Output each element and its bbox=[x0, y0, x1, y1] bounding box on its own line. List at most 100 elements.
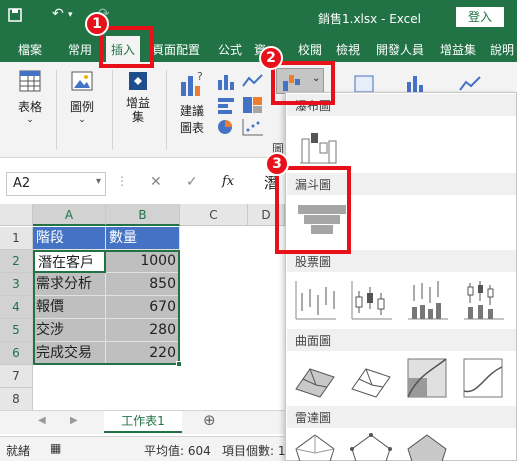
pie-chart-icon[interactable] bbox=[216, 118, 238, 136]
recommended-charts-label-1: 建議 bbox=[179, 104, 204, 118]
tab-page-layout[interactable]: 頁面配置 bbox=[152, 41, 200, 58]
cell-a1[interactable]: 階段 bbox=[33, 227, 106, 250]
name-box[interactable]: A2 ▾ bbox=[6, 172, 106, 196]
row-header[interactable]: 5 bbox=[0, 319, 33, 342]
sign-in-button[interactable]: 登入 bbox=[456, 7, 504, 27]
row-header[interactable]: 6 bbox=[0, 342, 33, 365]
addins-icon bbox=[129, 72, 147, 90]
ribbon-separator bbox=[166, 70, 167, 150]
callout-insert-tab bbox=[99, 26, 154, 68]
callout-waterfall-button bbox=[271, 61, 335, 105]
cell-b3[interactable]: 850 bbox=[106, 273, 180, 296]
cell-b1[interactable]: 數量 bbox=[106, 227, 180, 250]
table-icon bbox=[19, 70, 41, 92]
undo-icon[interactable]: ↶ bbox=[52, 6, 64, 22]
title-bar: ↶ ▾ ↷ 銷售1.xlsx - Excel 登入 bbox=[0, 0, 517, 34]
tab-home[interactable]: 常用 bbox=[68, 41, 92, 58]
radar-chart-option-3[interactable] bbox=[404, 431, 450, 461]
enter-icon[interactable]: ✓ bbox=[186, 174, 198, 190]
waterfall-chart-option[interactable] bbox=[294, 123, 340, 169]
cell-a4[interactable]: 報價 bbox=[33, 296, 106, 319]
row-header[interactable]: 8 bbox=[0, 388, 33, 411]
scroll-left-icon[interactable]: ◀ bbox=[38, 415, 46, 426]
tab-review[interactable]: 校閱 bbox=[298, 41, 322, 58]
cell-a5[interactable]: 交涉 bbox=[33, 319, 106, 342]
row-header[interactable]: 3 bbox=[0, 273, 33, 296]
callout-funnel-option bbox=[275, 166, 351, 254]
cell-b6[interactable]: 220 bbox=[106, 342, 180, 365]
row-header[interactable]: 4 bbox=[0, 296, 33, 319]
surface-chart-option-1[interactable] bbox=[292, 355, 338, 401]
hierarchy-chart-icon[interactable] bbox=[242, 96, 264, 114]
more-options-icon: ⋮ bbox=[116, 174, 128, 188]
cell-a3[interactable]: 需求分析 bbox=[33, 273, 106, 296]
column-header-c[interactable]: C bbox=[180, 204, 248, 226]
chevron-down-icon: ⌄ bbox=[26, 115, 34, 125]
sheet-tabs-bar: ◀ ▶ 工作表1 ⊕ bbox=[0, 410, 285, 434]
step-badge-2: 2 bbox=[259, 46, 283, 70]
cell-b2[interactable]: 1000 bbox=[106, 250, 180, 273]
radar-chart-option-1[interactable] bbox=[292, 431, 338, 461]
column-header-b[interactable]: B bbox=[106, 204, 180, 226]
radar-chart-option-2[interactable] bbox=[348, 431, 394, 461]
select-all-corner[interactable] bbox=[0, 204, 33, 226]
stock-chart-option-1[interactable] bbox=[292, 277, 338, 323]
scatter-chart-icon[interactable] bbox=[242, 118, 264, 136]
sheet-tab-active[interactable]: 工作表1 bbox=[104, 411, 182, 433]
recommended-charts-icon: ? bbox=[181, 70, 203, 96]
tab-view[interactable]: 檢視 bbox=[336, 41, 360, 58]
surface-chart-option-2[interactable] bbox=[348, 355, 394, 401]
step-badge-1: 1 bbox=[85, 12, 109, 36]
illustrations-button[interactable]: 圖例 ⌄ bbox=[62, 68, 102, 125]
tab-formulas[interactable]: 公式 bbox=[218, 41, 242, 58]
ribbon-separator bbox=[112, 70, 113, 150]
surface-section-header: 曲面圖 bbox=[287, 329, 516, 351]
addins-label: 增益集 bbox=[125, 96, 150, 124]
undo-dropdown-icon[interactable]: ▾ bbox=[68, 10, 73, 20]
status-average: 平均值: 604 bbox=[144, 444, 211, 458]
ribbon-separator bbox=[56, 70, 57, 150]
tab-help[interactable]: 說明 bbox=[490, 41, 514, 58]
name-box-value: A2 bbox=[13, 176, 31, 191]
status-ready: 就緒 bbox=[6, 444, 31, 458]
bar-chart-icon[interactable] bbox=[216, 96, 238, 114]
surface-chart-option-3[interactable] bbox=[404, 355, 450, 401]
chart-type-dropdown: 瀑布圖 漏斗圖 股票圖 曲面圖 雷達圖 bbox=[285, 92, 517, 461]
tab-addins[interactable]: 增益集 bbox=[440, 41, 476, 58]
cell-b5[interactable]: 280 bbox=[106, 319, 180, 342]
add-sheet-button[interactable]: ⊕ bbox=[203, 411, 216, 429]
surface-chart-option-4[interactable] bbox=[460, 355, 506, 401]
tab-developer[interactable]: 開發人員 bbox=[376, 41, 424, 58]
step-badge-3: 3 bbox=[265, 152, 289, 176]
save-icon[interactable] bbox=[8, 8, 22, 26]
row-header[interactable]: 7 bbox=[0, 365, 33, 388]
cancel-icon[interactable]: ✕ bbox=[150, 174, 162, 190]
stock-chart-option-2[interactable] bbox=[348, 277, 394, 323]
cell-b4[interactable]: 670 bbox=[106, 296, 180, 319]
cell-a6[interactable]: 完成交易 bbox=[33, 342, 106, 365]
column-header-a[interactable]: A bbox=[33, 204, 106, 226]
insert-function-icon[interactable]: fx bbox=[222, 174, 234, 189]
accessibility-icon[interactable]: ▦ bbox=[50, 441, 61, 455]
column-chart-icon[interactable] bbox=[216, 72, 238, 90]
stock-chart-option-4[interactable] bbox=[460, 277, 506, 323]
chevron-down-icon: ⌄ bbox=[78, 115, 86, 125]
scroll-right-icon[interactable]: ▶ bbox=[70, 415, 78, 426]
table-button[interactable]: 表格 ⌄ bbox=[10, 68, 50, 125]
window-title: 銷售1.xlsx - Excel bbox=[318, 12, 421, 26]
radar-section-header: 雷達圖 bbox=[287, 406, 516, 428]
recommended-charts-button[interactable]: ? 建議 圖表 bbox=[172, 68, 212, 136]
addins-button[interactable]: 增益集 bbox=[116, 68, 160, 124]
cell-a2[interactable]: 潛在客戶 bbox=[33, 250, 106, 273]
table-label: 表格 bbox=[17, 100, 42, 114]
row-header[interactable]: 2 bbox=[0, 250, 33, 273]
tab-file[interactable]: 檔案 bbox=[18, 41, 42, 58]
fill-handle[interactable] bbox=[176, 361, 182, 367]
recommended-charts-label-2: 圖表 bbox=[179, 121, 204, 135]
stock-chart-option-3[interactable] bbox=[404, 277, 450, 323]
row-header[interactable]: 1 bbox=[0, 227, 33, 250]
status-count: 項目個數: 10 bbox=[222, 444, 294, 458]
picture-icon bbox=[71, 71, 93, 91]
line-chart-icon[interactable] bbox=[242, 72, 264, 90]
chevron-down-icon[interactable]: ▾ bbox=[96, 176, 101, 187]
